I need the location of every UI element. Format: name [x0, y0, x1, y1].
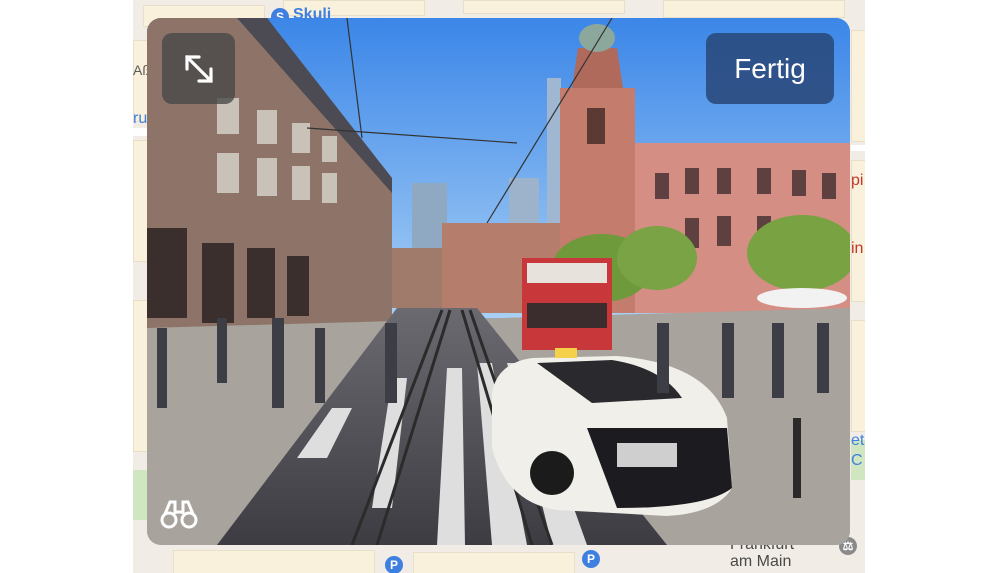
expand-arrows-icon — [184, 54, 213, 83]
done-button[interactable]: Fertig — [706, 33, 834, 104]
map-label: ru — [133, 110, 148, 127]
map-label: eti — [851, 432, 865, 449]
map-label: in — [851, 240, 864, 257]
parking-icon[interactable]: P — [582, 550, 600, 568]
parking-icon[interactable]: P — [385, 556, 403, 573]
expand-button[interactable] — [162, 33, 235, 104]
map-label: C — [851, 452, 863, 469]
map-label: pi — [851, 172, 864, 189]
binoculars-icon[interactable] — [159, 498, 199, 530]
look-around-panel[interactable]: Fertig — [147, 18, 850, 545]
